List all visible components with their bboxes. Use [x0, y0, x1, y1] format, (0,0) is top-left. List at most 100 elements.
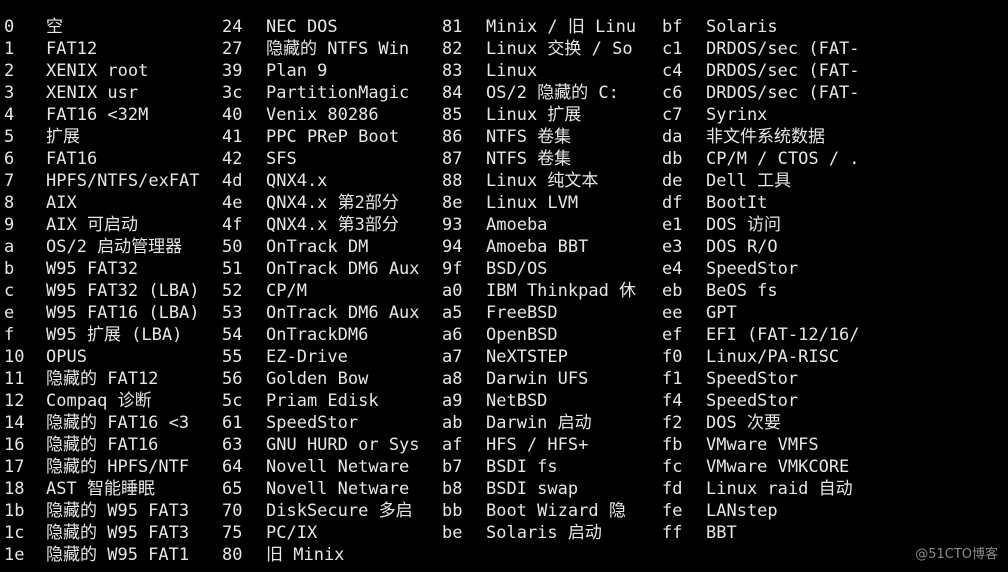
partition-type-name: VMware VMFS	[706, 435, 819, 455]
partition-type-code: 0	[4, 17, 15, 37]
partition-type-row: 12 Compaq 诊断	[0, 390, 220, 412]
partition-type-code: ee	[662, 303, 683, 323]
partition-type-row: 3c PartitionMagic	[222, 82, 442, 104]
partition-type-name: 隐藏的 NTFS Win	[266, 39, 410, 59]
partition-type-row: a8 Darwin UFS	[442, 368, 662, 390]
partition-type-row: bf Solaris	[662, 16, 1002, 38]
partition-type-row: 51 OnTrack DM6 Aux	[222, 258, 442, 280]
partition-type-row: 53 OnTrack DM6 Aux	[222, 302, 442, 324]
partition-type-name: HPFS/NTFS/exFAT	[46, 171, 200, 191]
partition-type-row: 4 FAT16 <32M	[0, 104, 220, 126]
partition-type-name: Boot Wizard 隐	[486, 501, 626, 521]
partition-type-name: XENIX root	[46, 61, 149, 81]
partition-type-name: SpeedStor	[706, 391, 799, 411]
partition-type-row: 87 NTFS 卷集	[442, 148, 662, 170]
partition-type-name: CP/M / CTOS / .	[706, 149, 860, 169]
partition-type-code: 70	[222, 501, 243, 521]
partition-type-name: OnTrack DM	[266, 237, 369, 257]
partition-type-row: ef EFI (FAT-12/16/	[662, 324, 1002, 346]
partition-type-code: 5c	[222, 391, 243, 411]
partition-type-row: 85 Linux 扩展	[442, 104, 662, 126]
partition-type-column-1: 0 空 1 FAT12 2 XENIX root 3 XENIX usr 4 FAT16 <32M…	[0, 16, 220, 566]
partition-type-row: 10 OPUS	[0, 346, 220, 368]
partition-type-row: 9f BSD/OS	[442, 258, 662, 280]
partition-type-row: 41 PPC PReP Boot	[222, 126, 442, 148]
partition-type-name: NetBSD	[486, 391, 548, 411]
partition-type-row: ff BBT	[662, 522, 1002, 544]
partition-type-name: QNX4.x	[266, 171, 328, 191]
partition-type-row: 1c 隐藏的 W95 FAT3	[0, 522, 220, 544]
partition-type-row: 8e Linux LVM	[442, 192, 662, 214]
partition-type-name: Linux 交换 / So	[486, 39, 633, 59]
partition-type-row: 7 HPFS/NTFS/exFAT	[0, 170, 220, 192]
partition-type-name: Linux raid 自动	[706, 479, 853, 499]
partition-type-name: W95 FAT16 (LBA)	[46, 303, 200, 323]
partition-type-name: AST 智能睡眠	[46, 479, 155, 499]
partition-type-code: a7	[442, 347, 463, 367]
partition-type-row: 1e 隐藏的 W95 FAT1	[0, 544, 220, 566]
partition-type-name: Darwin UFS	[486, 369, 589, 389]
partition-type-name: W95 扩展 (LBA)	[46, 325, 183, 345]
partition-type-row: f W95 扩展 (LBA)	[0, 324, 220, 346]
partition-type-code: 14	[4, 413, 25, 433]
partition-type-code: bb	[442, 501, 463, 521]
partition-type-name: DiskSecure 多启	[266, 501, 413, 521]
partition-type-name: EFI (FAT-12/16/	[706, 325, 860, 345]
partition-type-code: e4	[662, 259, 683, 279]
partition-type-name: Minix / 旧 Linu	[486, 17, 637, 37]
partition-type-name: SFS	[266, 149, 297, 169]
partition-type-name: AIX 可启动	[46, 215, 138, 235]
partition-type-row: 64 Novell Netware	[222, 456, 442, 478]
partition-type-row: 56 Golden Bow	[222, 368, 442, 390]
partition-type-name: Novell Netware	[266, 457, 410, 477]
partition-type-row: 5 扩展	[0, 126, 220, 148]
partition-type-code: fb	[662, 435, 683, 455]
partition-type-code: e3	[662, 237, 683, 257]
partition-type-name: Venix 80286	[266, 105, 379, 125]
partition-type-row: 5c Priam Edisk	[222, 390, 442, 412]
partition-type-row: c4 DRDOS/sec (FAT-	[662, 60, 1002, 82]
partition-type-name: OnTrack DM6 Aux	[266, 259, 420, 279]
partition-type-row: da 非文件系统数据	[662, 126, 1002, 148]
partition-type-name: NTFS 卷集	[486, 127, 572, 147]
partition-type-name: BSD/OS	[486, 259, 548, 279]
partition-type-code: 64	[222, 457, 243, 477]
partition-type-name: BootIt	[706, 193, 768, 213]
partition-type-name: 旧 Minix	[266, 545, 345, 565]
partition-type-code: af	[442, 435, 463, 455]
partition-type-code: 85	[442, 105, 463, 125]
partition-type-name: Novell Netware	[266, 479, 410, 499]
partition-type-row: 6 FAT16	[0, 148, 220, 170]
partition-type-code: 1b	[4, 501, 25, 521]
partition-type-name: OS/2 启动管理器	[46, 237, 183, 257]
partition-type-row: e W95 FAT16 (LBA)	[0, 302, 220, 324]
partition-type-row: a5 FreeBSD	[442, 302, 662, 324]
partition-type-code: 11	[4, 369, 25, 389]
partition-type-row: 65 Novell Netware	[222, 478, 442, 500]
partition-type-name: SpeedStor	[266, 413, 359, 433]
partition-type-row: 27 隐藏的 NTFS Win	[222, 38, 442, 60]
partition-type-code: fe	[662, 501, 683, 521]
partition-type-row: 94 Amoeba BBT	[442, 236, 662, 258]
partition-type-code: da	[662, 127, 683, 147]
partition-type-code: 55	[222, 347, 243, 367]
partition-type-code: 6	[4, 149, 15, 169]
partition-type-code: fd	[662, 479, 683, 499]
partition-type-name: DRDOS/sec (FAT-	[706, 61, 860, 81]
partition-type-code: b8	[442, 479, 463, 499]
partition-type-code: 1e	[4, 545, 25, 565]
partition-type-code: 12	[4, 391, 25, 411]
partition-type-code: 8e	[442, 193, 463, 213]
partition-type-row: f1 SpeedStor	[662, 368, 1002, 390]
partition-type-code: c	[4, 281, 15, 301]
partition-type-row: 55 EZ-Drive	[222, 346, 442, 368]
partition-type-name: 隐藏的 FAT12	[46, 369, 159, 389]
partition-type-name: Amoeba BBT	[486, 237, 589, 257]
partition-type-name: Solaris	[706, 17, 778, 37]
partition-type-code: e	[4, 303, 15, 323]
partition-type-code: b	[4, 259, 15, 279]
partition-type-name: Darwin 启动	[486, 413, 592, 433]
partition-type-code: f	[4, 325, 15, 345]
partition-type-code: f2	[662, 413, 683, 433]
partition-type-code: 4e	[222, 193, 243, 213]
